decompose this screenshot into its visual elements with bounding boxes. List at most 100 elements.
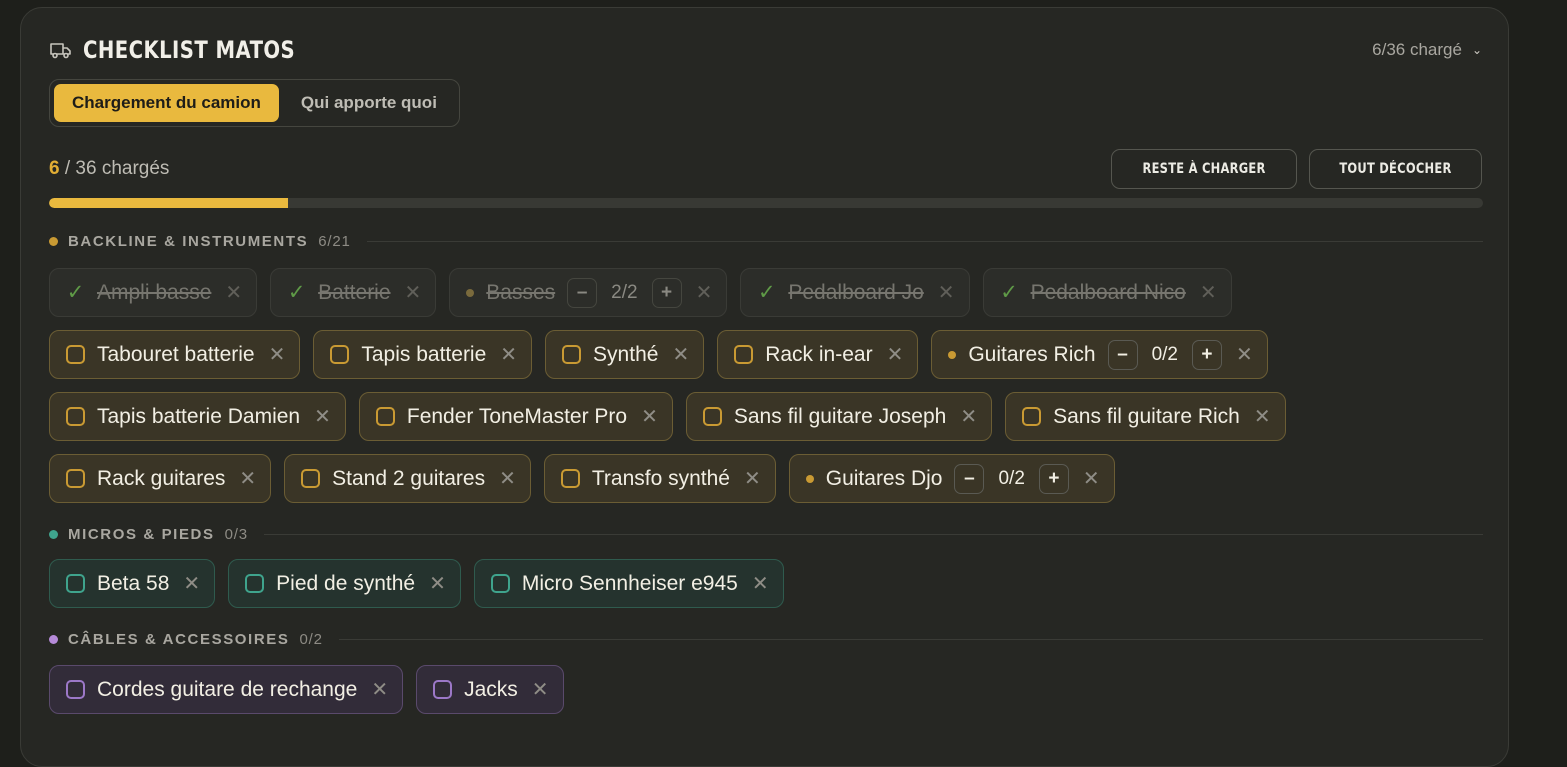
close-icon[interactable]: ✕ [1083, 466, 1100, 491]
section-title: BACKLINE & INSTRUMENTS [68, 233, 309, 250]
item-label: Jacks [464, 677, 518, 701]
check-icon[interactable]: ✓ [757, 280, 776, 305]
close-icon[interactable]: ✕ [269, 342, 286, 367]
increment-button[interactable]: + [1191, 339, 1222, 370]
quantity-stepper: –0/2 + [1107, 339, 1222, 370]
quantity-value: 2/2 [611, 281, 638, 303]
tab-who-brings-what[interactable]: Qui apporte quoi [283, 84, 455, 122]
action-bar: RESTE À CHARGER TOUT DÉCOCHER [1111, 149, 1482, 189]
checklist-item[interactable]: Micro Sennheiser e945 ✕ [473, 559, 784, 608]
section-dot [49, 237, 58, 246]
checklist-item[interactable]: Transfo synthé ✕ [543, 454, 776, 503]
remaining-to-load-button[interactable]: RESTE À CHARGER [1111, 149, 1298, 189]
item-checkbox[interactable] [490, 574, 510, 593]
decrement-button[interactable]: – [1107, 339, 1138, 370]
checklist-item[interactable]: Stand 2 guitares ✕ [284, 454, 531, 503]
item-label: Tapis batterie Damien [97, 404, 301, 428]
item-checkbox[interactable] [66, 680, 85, 699]
close-icon[interactable]: ✕ [532, 677, 549, 702]
close-icon[interactable]: ✕ [405, 280, 422, 305]
section-divider [366, 241, 1483, 242]
checklist-item[interactable]: Basses –2/2 + ✕ [449, 268, 728, 317]
checklist-item[interactable]: Tabouret batterie ✕ [49, 330, 301, 379]
item-checkbox[interactable] [375, 407, 395, 426]
checklist-item[interactable]: Fender ToneMaster Pro ✕ [358, 392, 673, 441]
increment-button[interactable]: + [1038, 463, 1069, 494]
item-label: Basses [486, 280, 556, 304]
item-label: Cordes guitare de rechange [97, 677, 358, 701]
item-checkbox[interactable] [734, 345, 754, 364]
item-checkbox[interactable] [66, 345, 85, 364]
close-icon[interactable]: ✕ [887, 342, 904, 367]
checklist-item[interactable]: ✓ Batterie ✕ [270, 268, 437, 317]
section-title: CÂBLES & ACCESSOIRES [68, 631, 290, 648]
item-checkbox[interactable] [245, 574, 265, 593]
checklist-item[interactable]: Cordes guitare de rechange ✕ [49, 665, 404, 714]
quantity-dot [948, 350, 957, 359]
section-count: 6/21 [318, 233, 351, 250]
item-label: Batterie [318, 280, 391, 304]
close-icon[interactable]: ✕ [429, 571, 446, 596]
item-label: Pedalboard Nico [1030, 280, 1186, 304]
item-checkbox[interactable] [562, 345, 582, 364]
close-icon[interactable]: ✕ [371, 677, 388, 702]
item-checkbox[interactable] [1022, 407, 1042, 426]
item-label: Pedalboard Jo [788, 280, 924, 304]
checklist-item[interactable]: Sans fil guitare Joseph ✕ [685, 392, 993, 441]
close-icon[interactable]: ✕ [960, 404, 977, 429]
close-icon[interactable]: ✕ [938, 280, 955, 305]
checklist-item[interactable]: Sans fil guitare Rich ✕ [1005, 392, 1286, 441]
loaded-count: 6 / 36 chargés [49, 158, 169, 180]
item-checkbox[interactable] [433, 680, 453, 699]
close-icon[interactable]: ✕ [183, 571, 200, 596]
item-checkbox[interactable] [560, 469, 580, 488]
item-label: Stand 2 guitares [332, 466, 486, 490]
section-header: MICROS & PIEDS 0/3 [49, 526, 1483, 543]
loaded-total: / 36 chargés [59, 158, 170, 179]
close-icon[interactable]: ✕ [752, 571, 769, 596]
item-checkbox[interactable] [330, 345, 350, 364]
close-icon[interactable]: ✕ [225, 280, 242, 305]
item-checkbox[interactable] [66, 407, 85, 426]
checklist-item[interactable]: Tapis batterie Damien ✕ [49, 392, 346, 441]
item-checkbox[interactable] [66, 574, 85, 593]
close-icon[interactable]: ✕ [744, 466, 761, 491]
increment-button[interactable]: + [651, 277, 682, 308]
loaded-summary-toggle[interactable]: 6/36 chargé ⌄ [1372, 40, 1482, 60]
page-title: CHECKLIST MATOS [83, 36, 296, 64]
tab-truck-loading[interactable]: Chargement du camion [54, 84, 279, 122]
chip-row: Beta 58 ✕ Pied de synthé ✕ Micro Sennheiser … [49, 559, 784, 608]
checklist-item[interactable]: ✓ Ampli basse ✕ [49, 268, 258, 317]
checklist-item[interactable]: ✓ Pedalboard Nico ✕ [982, 268, 1232, 317]
checklist-item[interactable]: Synthé ✕ [545, 330, 705, 379]
close-icon[interactable]: ✕ [499, 466, 516, 491]
close-icon[interactable]: ✕ [1200, 280, 1217, 305]
check-icon[interactable]: ✓ [66, 280, 85, 305]
checklist-item[interactable]: Pied de synthé ✕ [228, 559, 461, 608]
decrement-button[interactable]: – [567, 277, 598, 308]
close-icon[interactable]: ✕ [641, 404, 658, 429]
item-checkbox[interactable] [702, 407, 722, 426]
checklist-item[interactable]: Rack guitares ✕ [49, 454, 272, 503]
uncheck-all-button[interactable]: TOUT DÉCOCHER [1309, 149, 1482, 189]
checklist-item[interactable]: Rack in-ear ✕ [717, 330, 919, 379]
item-label: Pied de synthé [276, 571, 416, 595]
close-icon[interactable]: ✕ [1254, 404, 1271, 429]
checklist-item[interactable]: ✓ Pedalboard Jo ✕ [740, 268, 970, 317]
item-checkbox[interactable] [66, 469, 85, 488]
close-icon[interactable]: ✕ [1236, 342, 1253, 367]
check-icon[interactable]: ✓ [287, 280, 306, 305]
checklist-item[interactable]: Tapis batterie ✕ [313, 330, 533, 379]
item-checkbox[interactable] [301, 469, 321, 488]
checklist-item[interactable]: Guitares Rich –0/2 + ✕ [931, 330, 1268, 379]
checklist-item[interactable]: Beta 58 ✕ [49, 559, 216, 608]
checklist-item[interactable]: Guitares Djo –0/2 + ✕ [788, 454, 1115, 503]
close-icon[interactable]: ✕ [696, 280, 713, 305]
close-icon[interactable]: ✕ [672, 342, 689, 367]
checklist-item[interactable]: Jacks ✕ [416, 665, 564, 714]
decrement-button[interactable]: – [954, 463, 985, 494]
close-icon[interactable]: ✕ [239, 466, 256, 491]
close-icon[interactable]: ✕ [314, 404, 331, 429]
check-icon[interactable]: ✓ [1000, 280, 1019, 305]
close-icon[interactable]: ✕ [500, 342, 517, 367]
